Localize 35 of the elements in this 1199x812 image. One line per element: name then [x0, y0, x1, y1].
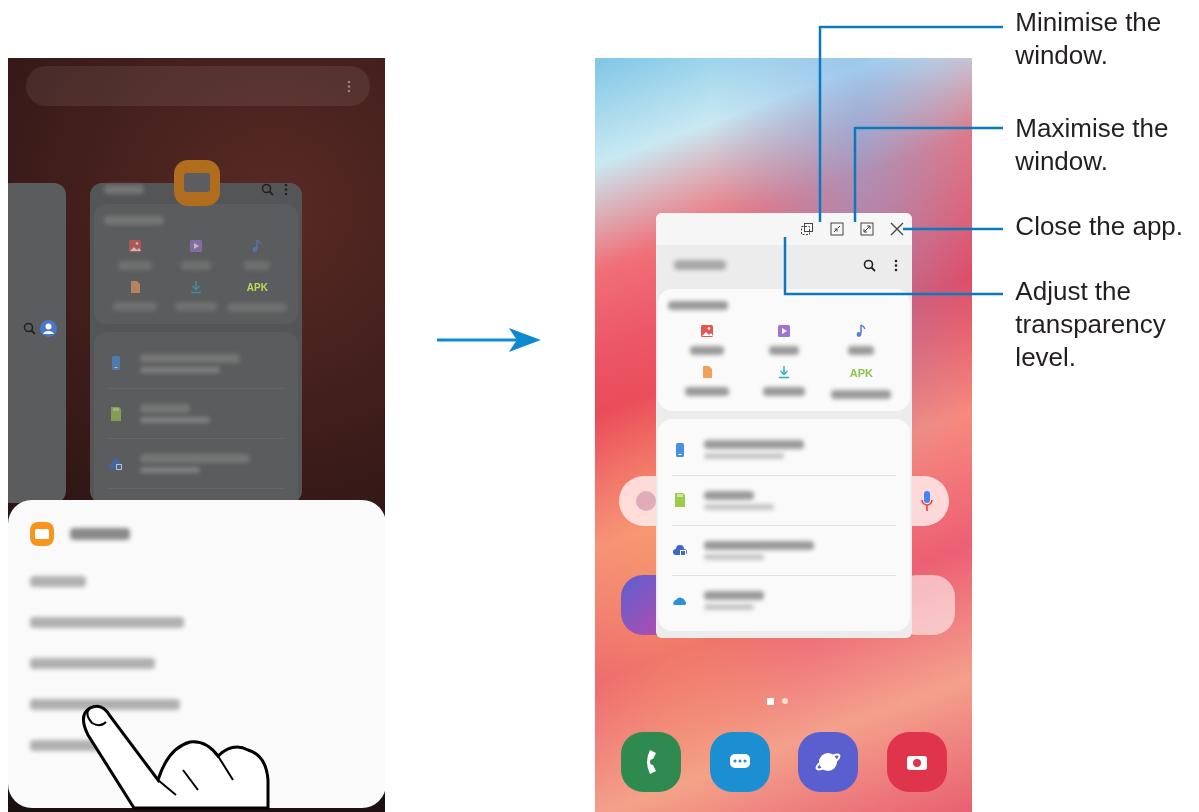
download-icon	[189, 280, 203, 294]
planet-app-icon[interactable]	[798, 732, 859, 792]
callout-text: Maximise the window.	[1015, 112, 1170, 178]
callout-text: Adjust the transparency level.	[1015, 275, 1167, 374]
search-icon[interactable]	[863, 258, 877, 272]
phone-app-icon[interactable]	[621, 732, 682, 792]
sd-card-icon	[108, 405, 124, 422]
play-icon	[777, 324, 792, 338]
page-dot-icon	[782, 698, 789, 704]
google-logo-icon	[635, 490, 658, 512]
cloud-icon	[672, 542, 689, 558]
play-icon	[189, 239, 203, 253]
camera-app-icon[interactable]	[887, 732, 948, 792]
right-arrow-icon	[437, 327, 542, 353]
apk-label: APK	[849, 366, 873, 381]
microphone-icon	[921, 491, 934, 511]
avatar-icon	[40, 320, 57, 337]
layers-icon[interactable]	[800, 222, 815, 236]
callout-text: Minimise the window.	[1015, 6, 1163, 72]
close-icon[interactable]	[890, 222, 905, 236]
download-icon	[777, 365, 792, 379]
search-icon	[23, 322, 36, 335]
search-icon	[261, 183, 274, 196]
minimise-icon[interactable]	[830, 222, 845, 236]
app-icon	[30, 522, 54, 546]
more-icon[interactable]	[894, 258, 899, 272]
more-icon	[347, 80, 351, 93]
apk-label: APK	[246, 281, 268, 295]
image-icon	[127, 239, 142, 253]
more-icon	[284, 183, 288, 196]
phone-icon	[646, 750, 657, 774]
chat-app-icon[interactable]	[709, 732, 770, 792]
callout-text: Close the app.	[1015, 210, 1185, 243]
image-icon	[699, 324, 714, 338]
maximise-icon[interactable]	[860, 222, 875, 236]
